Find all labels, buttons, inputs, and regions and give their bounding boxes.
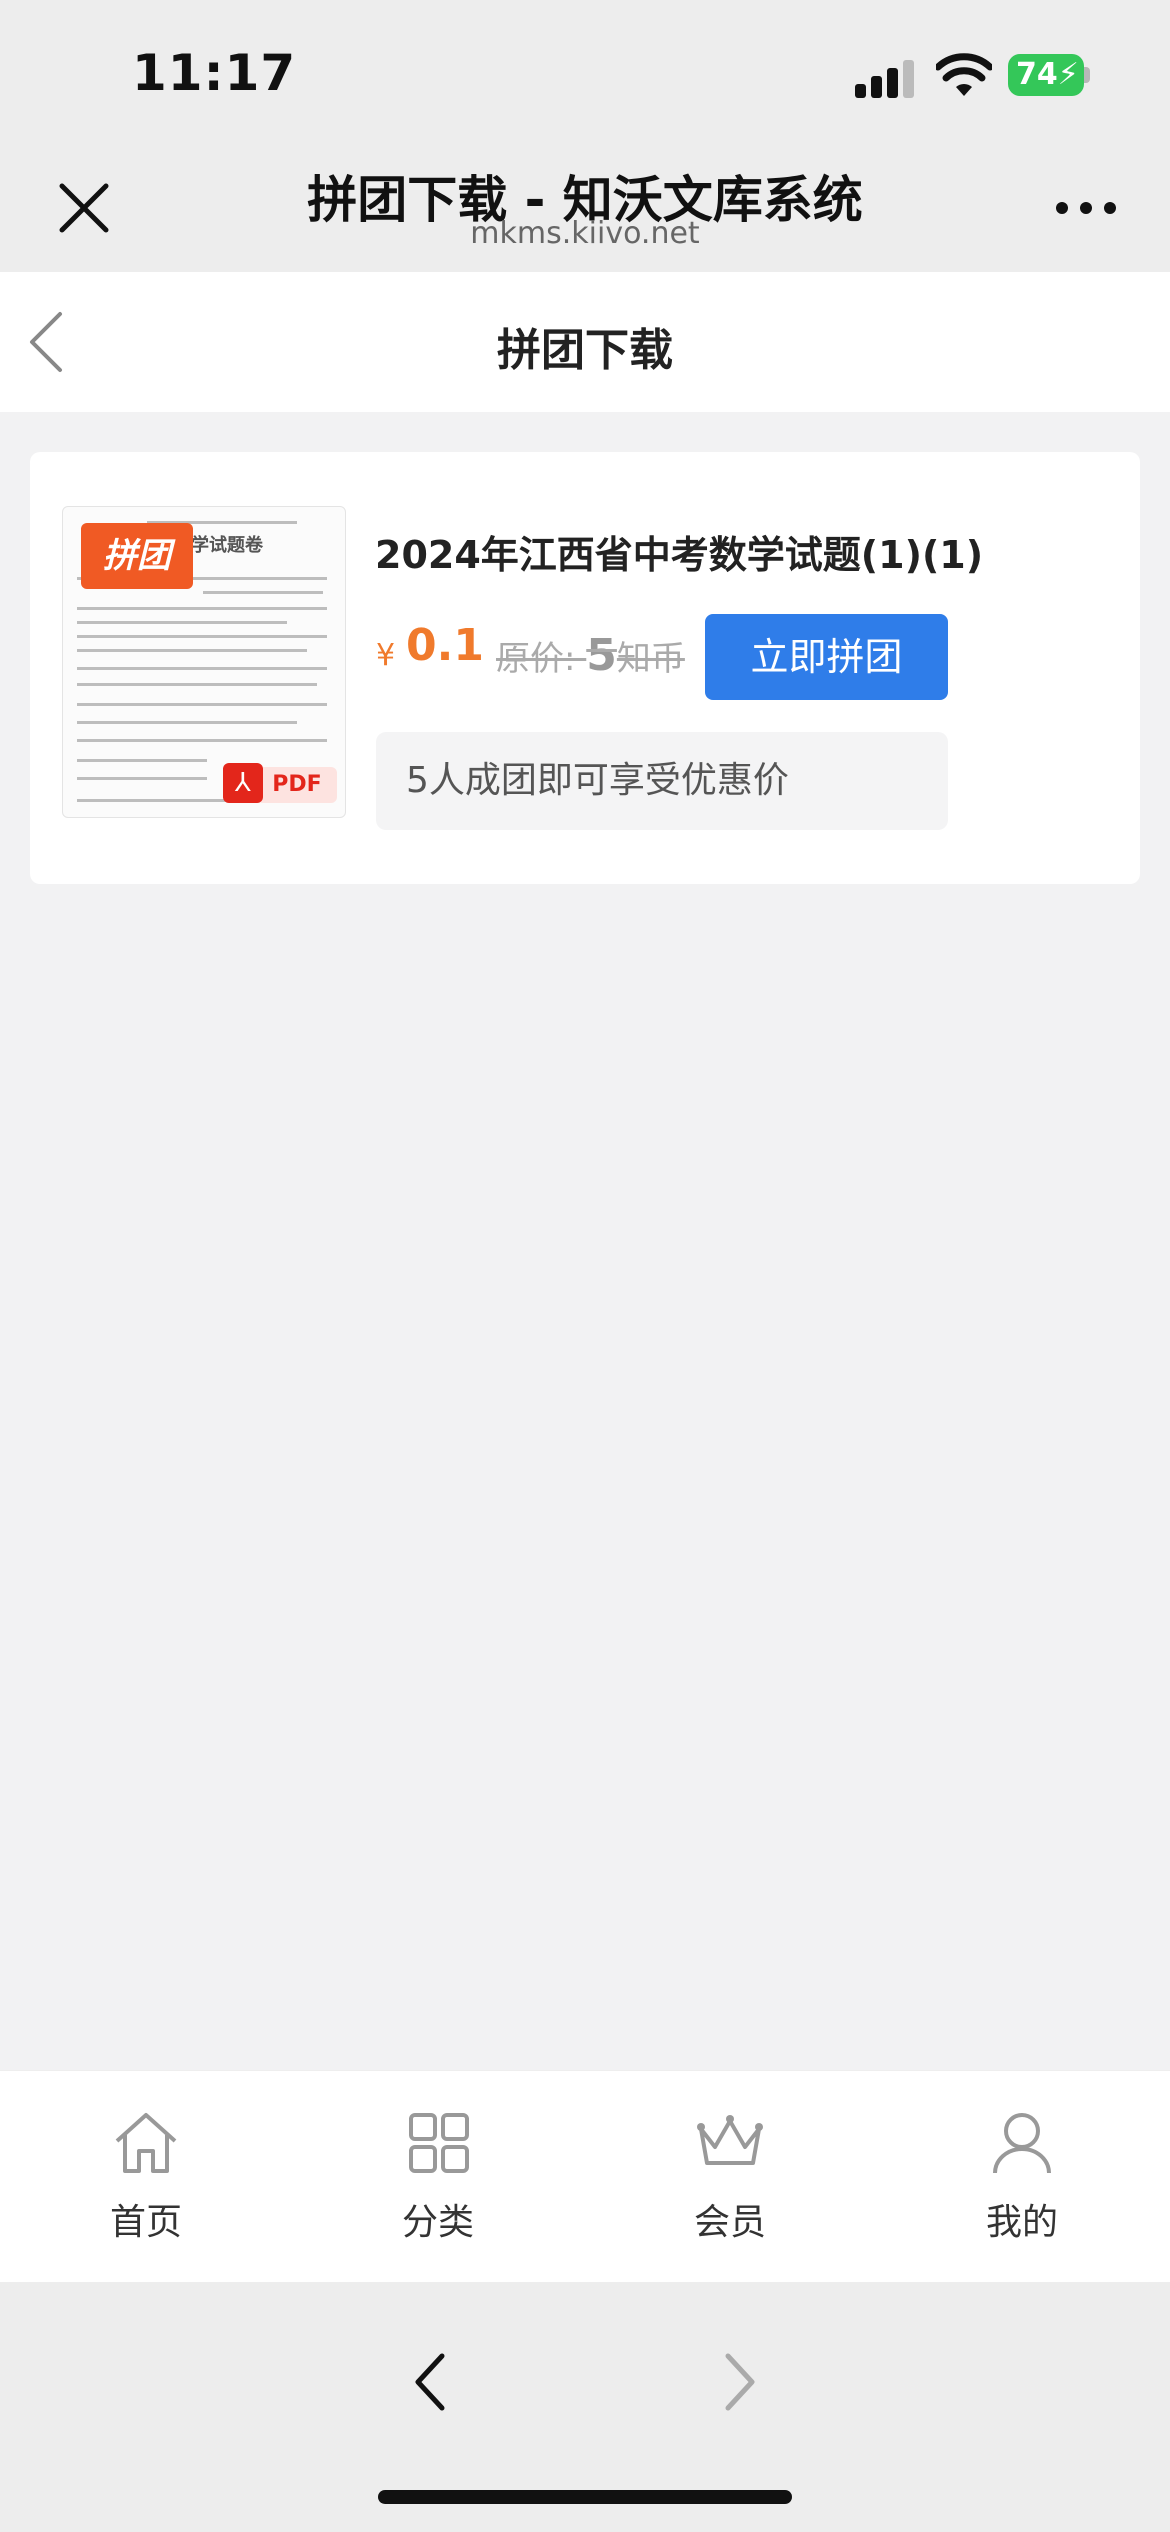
wifi-icon	[936, 53, 992, 96]
group-buy-badge: 拼团	[81, 523, 193, 589]
cellular-signal-icon	[855, 58, 915, 98]
original-price: 原价: 5知币	[496, 630, 685, 681]
battery-indicator: 74⚡	[1008, 54, 1090, 96]
bottom-tab-bar: 首页 分类 会员 我的	[0, 2070, 1170, 2282]
document-name[interactable]: 2024年江西省中考数学试题(1)(1)	[375, 524, 983, 579]
group-buy-card: 数学试题卷 拼团 PDF ⅄ 2024年江西省中考数学试题(1)(1) ¥ 0.…	[30, 452, 1140, 884]
tab-label: 我的	[985, 2202, 1058, 2243]
grid-icon	[409, 2113, 469, 2173]
group-price: 0.1	[406, 620, 484, 671]
tab-label: 分类	[401, 2202, 474, 2243]
pdf-badge: PDF ⅄	[223, 763, 337, 803]
wechat-nav-bar: 拼团下载 - 知沃文库系统 mkms.kiivo.net	[0, 140, 1170, 272]
crown-icon	[697, 2115, 763, 2165]
document-thumbnail[interactable]: 数学试题卷 拼团 PDF ⅄	[62, 506, 346, 818]
browser-back-button[interactable]	[412, 2352, 452, 2412]
group-tip: 5人成团即可享受优惠价	[376, 732, 948, 830]
page-header: 拼团下载	[0, 272, 1170, 412]
tab-home[interactable]: 首页	[46, 2111, 246, 2261]
battery-level: 74⚡	[1008, 54, 1084, 96]
status-time: 11:17	[132, 44, 297, 102]
join-group-button[interactable]: 立即拼团	[705, 614, 948, 700]
page-title: 拼团下载	[497, 325, 673, 376]
pdf-icon: ⅄	[223, 763, 263, 803]
tab-category[interactable]: 分类	[338, 2111, 538, 2261]
wechat-page-url: mkms.kiivo.net	[470, 216, 700, 251]
home-indicator[interactable]	[378, 2490, 792, 2504]
tab-label: 首页	[109, 2202, 182, 2243]
status-bar: 11:17 74⚡	[0, 0, 1170, 140]
home-icon	[115, 2113, 177, 2173]
browser-forward-button[interactable]	[718, 2352, 758, 2412]
charging-bolt-icon: ⚡	[1057, 57, 1079, 92]
tab-mine[interactable]: 我的	[922, 2111, 1122, 2261]
tab-member[interactable]: 会员	[630, 2111, 830, 2261]
currency-symbol: ¥	[376, 638, 396, 673]
user-icon	[993, 2113, 1051, 2174]
more-icon[interactable]	[1056, 202, 1116, 216]
tab-label: 会员	[693, 2202, 766, 2243]
pdf-label: PDF	[257, 767, 337, 803]
